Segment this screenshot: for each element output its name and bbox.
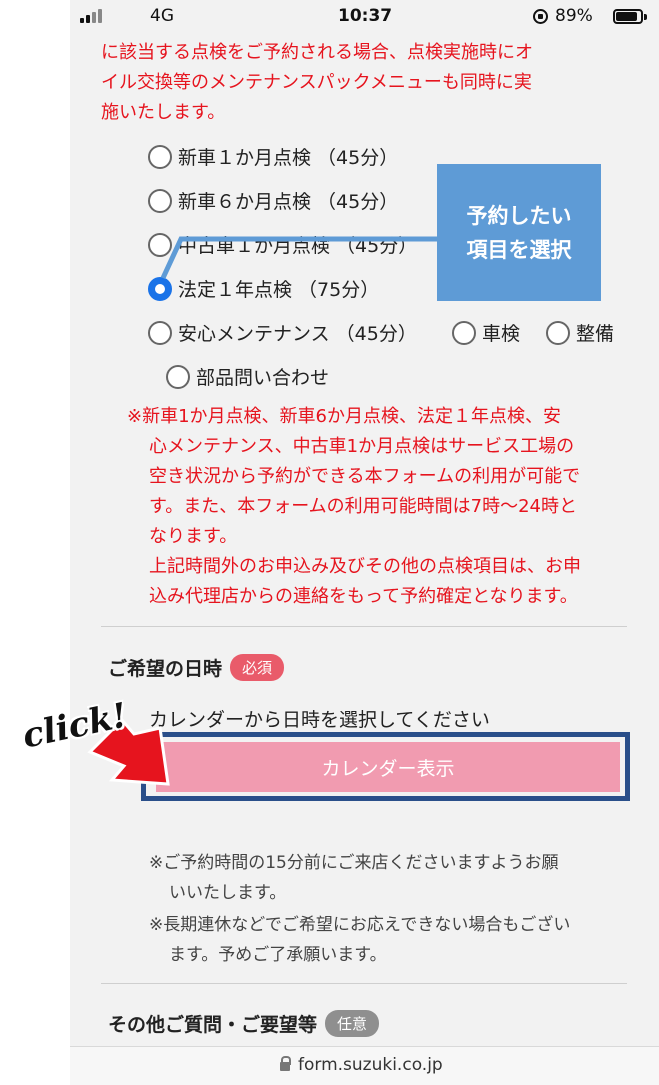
callout-box: 予約したい 項目を選択	[437, 164, 601, 301]
annotation-overlay	[87, 236, 437, 786]
callout-pointer-line	[160, 236, 437, 280]
